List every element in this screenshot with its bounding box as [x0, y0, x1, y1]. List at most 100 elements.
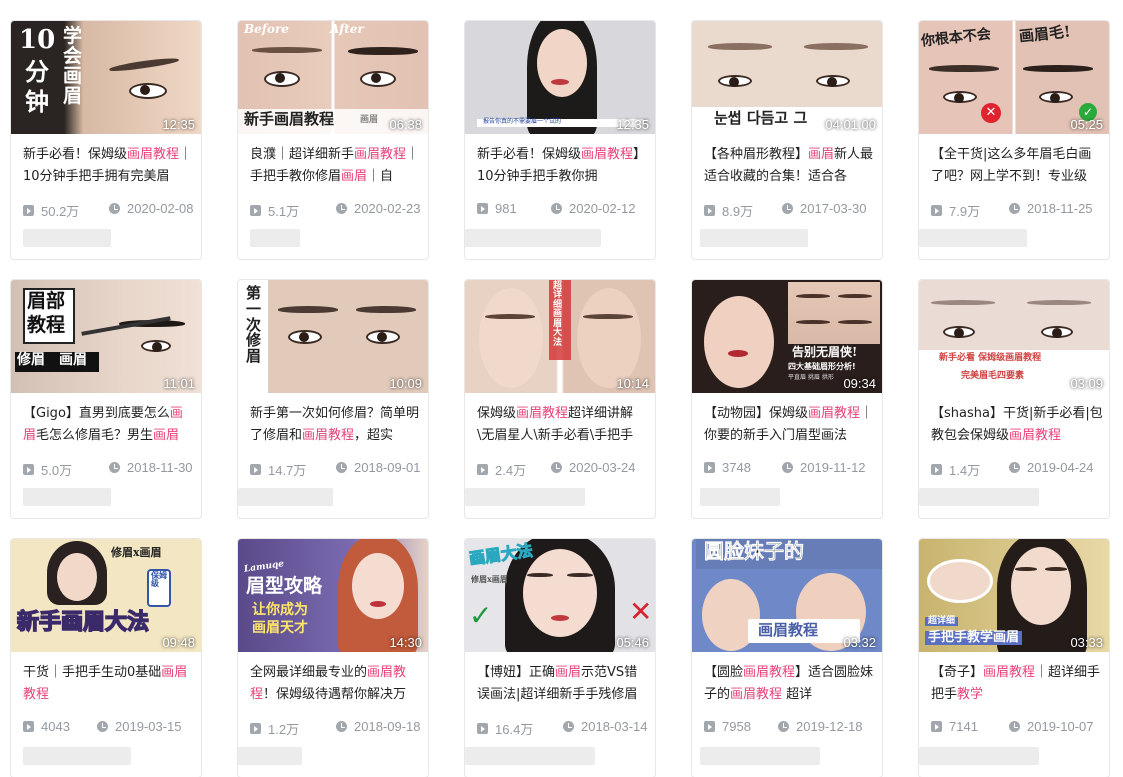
video-thumbnail[interactable]: 눈썹 다듬고 그 04:01:00 [692, 21, 882, 134]
thumbnail-text: 平直眉 挑眉 拱形 [788, 374, 834, 381]
video-card[interactable]: 告别无眉侠! 四大基础眉形分析! 平直眉 挑眉 拱形 09:34 【动物园】保姆… [691, 279, 883, 519]
video-duration: 09:48 [162, 635, 195, 650]
video-thumbnail[interactable]: Before After 新手画眉教程 画眉 06:38 [238, 21, 428, 134]
video-card[interactable]: 修眉x画眉 保姆级 新手画眉大法 09:48 干货｜手把手生动0基础画眉教程 4… [10, 538, 202, 777]
video-title[interactable]: 良濮｜超详细新手画眉教程｜手把手教你修眉画眉｜自 [250, 144, 422, 196]
clock-icon [1009, 462, 1020, 473]
video-title[interactable]: 【动物园】保姆级画眉教程｜你要的新手入门眉型画法 [704, 403, 876, 455]
video-card[interactable]: 新手必看 保姆级画眉教程 完美眉毛四要素 03:09 【shasha】干货|新手… [918, 279, 1110, 519]
video-duration: 10:14 [616, 376, 649, 391]
video-title[interactable]: 【奇子】画眉教程｜超详细手把手教学 [931, 662, 1103, 714]
video-duration: 10:09 [389, 376, 422, 391]
clock-icon [109, 462, 120, 473]
video-card[interactable]: Before After 新手画眉教程 画眉 06:38 良濮｜超详细新手画眉教… [237, 20, 429, 260]
thumbnail-text: 让你成为 [252, 602, 308, 618]
thumbnail-text: 新手画眉教程 [244, 110, 335, 128]
video-card[interactable]: 超详细 手把手教学画眉 03:33 【奇子】画眉教程｜超详细手把手教学 7141… [918, 538, 1110, 777]
video-thumbnail[interactable]: 圆脸妹子的 画眉教程 03:32 [692, 539, 882, 652]
video-duration: 04:01:00 [825, 117, 876, 132]
play-count-icon [931, 205, 942, 216]
thumbnail-text: 圆脸妹子的 [704, 539, 805, 563]
video-card[interactable]: 圆脸妹子的 画眉教程 03:32 【圆脸画眉教程】适合圆脸妹子的画眉教程 超详 … [691, 538, 883, 777]
video-thumbnail[interactable]: 超详细 手把手教学画眉 03:33 [919, 539, 1109, 652]
upload-date: 2018-09-18 [354, 719, 421, 734]
play-count-icon [250, 205, 261, 216]
video-meta: 50.2万 2020-02-08 [23, 201, 199, 219]
thumbnail-text: 钟 [25, 87, 49, 116]
video-duration: 06:38 [389, 117, 422, 132]
blurred-author [700, 747, 820, 765]
video-thumbnail[interactable]: Lamuqe 眉型攻略 让你成为 画眉天才 14:30 [238, 539, 428, 652]
upload-date: 2019-04-24 [1027, 460, 1094, 475]
video-duration: 03:32 [843, 635, 876, 650]
video-card[interactable]: Lamuqe 眉型攻略 让你成为 画眉天才 14:30 全网最详细最专业的画眉教… [237, 538, 429, 777]
video-title[interactable]: 【圆脸画眉教程】适合圆脸妹子的画眉教程 超详 [704, 662, 876, 714]
video-thumbnail[interactable]: 修眉x画眉 保姆级 新手画眉大法 09:48 [11, 539, 201, 652]
video-thumbnail[interactable]: 你根本不会 画眉毛! ✕ ✓ 05:25 [919, 21, 1109, 134]
thumbnail-text: 画眉 [360, 115, 379, 125]
video-title[interactable]: 【全干货|这么多年眉毛白画了吧？网上学不到！专业级 [931, 144, 1103, 196]
video-thumbnail[interactable]: 超详细画眉大法 10:14 [465, 280, 655, 393]
clock-icon [782, 203, 793, 214]
video-card[interactable]: 눈썹 다듬고 그 04:01:00 【各种眉形教程】画眉新人最适合收藏的合集！适… [691, 20, 883, 260]
thumbnail-text: 报告你真的不需要眉一个试的 [483, 118, 562, 125]
video-title[interactable]: 新手第一次如何修眉？简单明了修眉和画眉教程，超实 [250, 403, 422, 455]
video-thumbnail[interactable]: 10 分 钟 学会画眉 12:35 [11, 21, 201, 134]
video-title[interactable]: 新手必看！保姆级画眉教程】 10分钟手把手教你拥 [477, 144, 649, 196]
clock-icon [97, 721, 108, 732]
thumbnail-text: 新手必看 保姆级画眉教程 [939, 353, 1042, 363]
view-count: 1.2万 [268, 722, 300, 737]
blurred-author [465, 488, 585, 506]
video-title[interactable]: 全网最详细最专业的画眉教程！保姆级待遇帮你解决万 [250, 662, 422, 714]
clock-icon [336, 462, 347, 473]
video-thumbnail[interactable]: 画眉大法 修眉x画眉 ✓ ✕ 05:46 [465, 539, 655, 652]
video-card[interactable]: 超详细画眉大法 10:14 保姆级画眉教程超详细讲解\无眉星人\新手必看\手把手… [464, 279, 656, 519]
thumbnail-text: 修眉 [17, 352, 45, 368]
video-thumbnail[interactable]: 眉部 教程 修眉 画眉 11:01 [11, 280, 201, 393]
video-card[interactable]: 眉部 教程 修眉 画眉 11:01 【Gigo】直男到底要怎么画眉毛怎么修眉毛？… [10, 279, 202, 519]
thumbnail-text: 完美眉毛四要素 [961, 371, 1025, 381]
blurred-author [919, 229, 1027, 247]
video-title[interactable]: 保姆级画眉教程超详细讲解\无眉星人\新手必看\手把手 [477, 403, 649, 455]
view-count: 7141 [949, 719, 978, 734]
view-count: 14.7万 [268, 463, 307, 478]
thumbnail-text: 新手画眉大法 [16, 609, 150, 635]
thumbnail-text: 告别无眉侠! [792, 345, 858, 359]
video-duration: 14:30 [389, 635, 422, 650]
video-thumbnail[interactable]: 报告你真的不需要眉一个试的 12:35 [465, 21, 655, 134]
video-card[interactable]: 报告你真的不需要眉一个试的 12:35 新手必看！保姆级画眉教程】 10分钟手把… [464, 20, 656, 260]
thumbnail-text: 超详细画眉大法 [553, 281, 563, 348]
video-title[interactable]: 【博妞】正确画眉示范VS错误画法|超详细新手手残修眉 [477, 662, 649, 714]
thumbnail-text: 教程 [27, 314, 66, 336]
video-title[interactable]: 【各种眉形教程】画眉新人最适合收藏的合集！适合各 [704, 144, 876, 196]
video-title[interactable]: 干货｜手把手生动0基础画眉教程 [23, 662, 195, 714]
video-title[interactable]: 【shasha】干货|新手必看|包教包会保姆级画眉教程 [931, 403, 1103, 455]
upload-date: 2020-03-24 [569, 460, 636, 475]
play-count-icon [23, 205, 34, 216]
upload-date: 2019-10-07 [1027, 719, 1094, 734]
video-title[interactable]: 【Gigo】直男到底要怎么画眉毛怎么修眉毛？男生画眉 [23, 403, 195, 455]
upload-date: 2019-12-18 [796, 719, 863, 734]
video-card[interactable]: 你根本不会 画眉毛! ✕ ✓ 05:25 【全干货|这么多年眉毛白画了吧？网上学… [918, 20, 1110, 260]
thumbnail-text: Before [244, 22, 289, 36]
video-duration: 03:33 [1070, 635, 1103, 650]
play-count-icon [23, 464, 34, 475]
video-thumbnail[interactable]: 第一次修眉 10:09 [238, 280, 428, 393]
video-card[interactable]: 10 分 钟 学会画眉 12:35 新手必看！保姆级画眉教程｜10分钟手把手拥有… [10, 20, 202, 260]
play-count-icon [477, 203, 488, 214]
video-meta: 14.7万 2018-09-01 [250, 460, 426, 478]
play-count-icon [23, 721, 34, 732]
video-meta: 981 2020-02-12 [477, 201, 653, 217]
clock-icon [336, 203, 347, 214]
clock-icon [109, 203, 120, 214]
video-thumbnail[interactable]: 新手必看 保姆级画眉教程 完美眉毛四要素 03:09 [919, 280, 1109, 393]
thumbnail-text: 保姆级 [151, 570, 167, 589]
video-title[interactable]: 新手必看！保姆级画眉教程｜10分钟手把手拥有完美眉 [23, 144, 195, 196]
video-thumbnail[interactable]: 告别无眉侠! 四大基础眉形分析! 平直眉 挑眉 拱形 09:34 [692, 280, 882, 393]
thumbnail-text: 画眉教程 [758, 621, 819, 639]
blurred-author [700, 229, 808, 247]
video-card[interactable]: 画眉大法 修眉x画眉 ✓ ✕ 05:46 【博妞】正确画眉示范VS错误画法|超详… [464, 538, 656, 777]
play-count-icon [477, 464, 488, 475]
thumbnail-text: 눈썹 다듬고 그 [714, 109, 808, 127]
video-card[interactable]: 第一次修眉 10:09 新手第一次如何修眉？简单明了修眉和画眉教程，超实 14.… [237, 279, 429, 519]
